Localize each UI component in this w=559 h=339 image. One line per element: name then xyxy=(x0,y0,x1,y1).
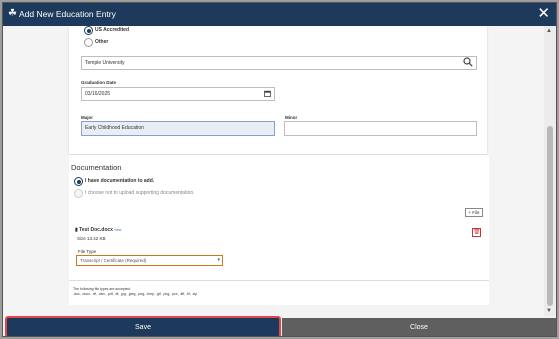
add-file-button[interactable]: + File xyxy=(465,208,483,217)
scroll-down-icon[interactable]: ▼ xyxy=(546,308,552,314)
document-icon: ▮ xyxy=(75,227,78,233)
search-icon[interactable] xyxy=(463,57,473,70)
add-education-dialog: ☘ Add New Education Entry ✕ US Accredite… xyxy=(2,2,557,337)
scroll-thumb[interactable] xyxy=(547,126,553,306)
file-type-select[interactable]: Transcript / Certificate (Required) ▾ xyxy=(76,255,223,266)
have-documentation-label: I have documentation to add. xyxy=(85,178,155,184)
education-details-card: US Accredited Other Temple University Gr… xyxy=(69,26,487,154)
graduation-date-label: Graduation Date xyxy=(81,80,117,85)
new-badge: New xyxy=(114,228,122,232)
file-name-text: Test Doc.docx xyxy=(79,227,113,233)
dialog-title: Add New Education Entry xyxy=(19,9,116,19)
save-button[interactable]: Save xyxy=(7,318,279,336)
file-size: Size 13.42 KB xyxy=(77,236,106,241)
have-documentation-radio[interactable] xyxy=(74,177,83,186)
other-radio[interactable] xyxy=(84,38,93,47)
graduation-date-value: 03/16/2025 xyxy=(85,91,111,97)
dialog-titlebar: ☘ Add New Education Entry ✕ xyxy=(3,3,556,26)
dialog-footer: Save Close xyxy=(3,316,556,336)
us-accredited-radio[interactable] xyxy=(84,26,93,35)
divider xyxy=(69,280,489,281)
other-label: Other xyxy=(95,39,109,45)
documentation-card: Documentation I have documentation to ad… xyxy=(69,155,489,305)
major-value: Early Childhood Education xyxy=(85,125,144,131)
accepted-types-list: .doc, .docx, .rtf, .xlsx, .pdf, .tif, .j… xyxy=(73,292,198,296)
scrollbar[interactable]: ▲ ▼ xyxy=(544,26,556,316)
institution-input[interactable]: Temple University xyxy=(81,56,477,70)
file-type-value: Transcript / Certificate (Required) xyxy=(80,258,147,263)
close-icon[interactable]: ✕ xyxy=(537,6,550,22)
major-input[interactable]: Early Childhood Education xyxy=(81,121,275,136)
graduation-cap-icon: ☘ xyxy=(8,8,17,19)
institution-value: Temple University xyxy=(85,60,125,66)
minor-input[interactable] xyxy=(284,121,477,136)
file-name: ▮ Test Doc.docx New xyxy=(75,227,121,234)
chevron-down-icon: ▾ xyxy=(217,257,220,263)
graduation-date-input[interactable]: 03/16/2025 xyxy=(81,87,275,101)
calendar-icon[interactable] xyxy=(264,90,271,101)
no-documentation-label: I choose not to upload supporting docume… xyxy=(85,190,195,196)
trash-icon[interactable]: 🗑 xyxy=(472,228,481,237)
us-accredited-label: US Accredited xyxy=(95,27,129,33)
documentation-title: Documentation xyxy=(71,163,122,172)
scroll-up-icon[interactable]: ▲ xyxy=(546,28,552,34)
close-button[interactable]: Close xyxy=(282,318,556,336)
no-documentation-radio[interactable] xyxy=(74,189,83,198)
